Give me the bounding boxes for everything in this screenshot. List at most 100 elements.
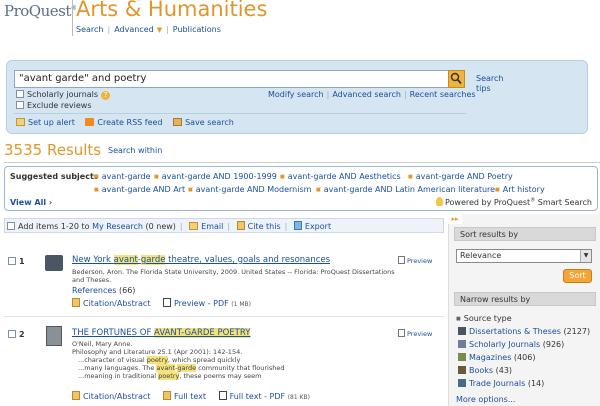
subject-link[interactable]: avant-garde AND 1900-1999 <box>154 172 277 181</box>
result-divider <box>4 316 444 317</box>
result-number: 2 <box>8 330 25 339</box>
panel-divider <box>14 113 466 114</box>
result-links: Citation/Abstract Preview - PDF (1 MB) <box>72 298 251 308</box>
export-icon <box>293 221 302 230</box>
email-button[interactable]: Email <box>189 222 223 231</box>
preview-link[interactable]: Preview <box>398 256 432 265</box>
top-nav: Search | Advanced ▼ | Publications <box>76 25 221 34</box>
source-type-heading[interactable]: Source type <box>456 314 512 323</box>
chevron-down-icon[interactable]: ▼ <box>157 26 162 34</box>
save-search-link[interactable]: Save search <box>173 118 234 127</box>
preview-icon <box>398 329 405 337</box>
result-meta: Bederson, Aron. The Florida State Univer… <box>72 268 395 276</box>
exclude-reviews-option: Exclude reviews <box>16 101 92 110</box>
subject-link[interactable]: avant-garde AND Poetry <box>408 172 513 181</box>
subject-link[interactable]: avant-garde AND Art <box>94 185 185 194</box>
lightbulb-icon <box>436 197 443 206</box>
search-button[interactable] <box>448 70 465 88</box>
select-all-checkbox[interactable] <box>7 222 15 230</box>
search-input[interactable]: "avant garde" and poetry <box>14 70 450 88</box>
subject-link[interactable]: avant-garde AND Latin American literatur… <box>316 185 495 194</box>
exclude-checkbox[interactable] <box>16 101 24 109</box>
citation-abstract-link[interactable]: Citation/Abstract <box>72 391 150 401</box>
collapse-sidebar-icon[interactable]: ▸▸ <box>448 214 462 224</box>
scholarly-checkbox[interactable] <box>16 90 24 98</box>
trade-journal-icon <box>458 379 466 387</box>
header-divider <box>72 0 73 36</box>
source-type-item[interactable]: Books (43) <box>458 366 512 375</box>
document-icon <box>72 298 80 307</box>
narrow-header: Narrow results by <box>454 292 596 306</box>
subject-link[interactable]: Art history <box>495 185 545 194</box>
journal-icon <box>46 326 62 346</box>
sort-select[interactable]: Relevance ▼ <box>456 249 592 263</box>
result-number: 1 <box>8 257 25 266</box>
search-tips-link[interactable]: Search tips <box>476 74 516 94</box>
pdf-icon <box>218 391 227 400</box>
pdf-icon <box>163 298 171 307</box>
nav-search[interactable]: Search <box>76 25 103 34</box>
save-icon <box>173 118 183 126</box>
preview-link[interactable]: Preview <box>398 329 432 338</box>
more-options-link[interactable]: More options... <box>456 395 515 404</box>
mail-icon <box>189 222 199 230</box>
help-icon[interactable]: ? <box>101 91 111 100</box>
references-link[interactable]: References (66) <box>72 286 135 295</box>
source-type-item[interactable]: Dissertations & Theses (2127) <box>458 327 590 336</box>
result-links: Citation/Abstract Full text Full text - … <box>72 391 310 401</box>
preview-icon <box>398 256 405 264</box>
result-title-link[interactable]: New York avant-garde theatre, values, go… <box>72 255 330 265</box>
full-text-link[interactable]: Full text <box>163 391 206 401</box>
full-text-icon <box>163 391 171 400</box>
result-checkbox[interactable] <box>8 330 16 338</box>
result-checkbox[interactable] <box>8 257 16 265</box>
citation-abstract-link[interactable]: Citation/Abstract <box>72 298 150 308</box>
result-meta: Philosophy and Literature 25.1 (Apr 2001… <box>72 348 243 356</box>
result-snippet: ...many languages. The avant-garde commu… <box>78 364 285 372</box>
source-type-item[interactable]: Magazines (406) <box>458 353 535 362</box>
subject-link[interactable]: avant-garde AND Modernism <box>188 185 312 194</box>
subject-link[interactable]: avant-garde <box>94 172 151 181</box>
chevron-down-icon: ▼ <box>580 250 591 262</box>
sort-header: Sort results by <box>454 227 596 241</box>
view-all-link[interactable]: View All › <box>10 198 52 207</box>
nav-publications[interactable]: Publications <box>173 25 221 34</box>
right-sidebar <box>448 214 600 406</box>
proquest-logo[interactable]: ProQuest® <box>4 2 77 20</box>
nav-advanced[interactable]: Advanced <box>114 25 154 34</box>
results-divider <box>4 162 600 163</box>
document-icon <box>72 391 80 400</box>
subject-link[interactable]: avant-garde AND Aesthetics <box>280 172 401 181</box>
app-title: Arts & Humanities <box>76 0 268 21</box>
advanced-search-link[interactable]: Advanced search <box>332 90 401 99</box>
set-up-alert-link[interactable]: Set up alert <box>16 118 75 127</box>
create-rss-link[interactable]: Create RSS feed <box>85 118 163 127</box>
exclude-label: Exclude reviews <box>27 101 92 110</box>
results-count: 3535 Results <box>4 141 102 159</box>
result-meta: and Theses. <box>72 276 112 284</box>
recent-searches-link[interactable]: Recent searches <box>410 90 476 99</box>
dissertation-icon <box>458 327 466 335</box>
full-text-pdf-link[interactable]: Full text - PDF (81 KB) <box>218 391 310 401</box>
suggested-subjects-title: Suggested subjects <box>10 172 99 181</box>
cite-icon <box>236 221 245 230</box>
my-research-link[interactable]: My Research <box>92 222 143 231</box>
modify-search-link[interactable]: Modify search <box>268 90 324 99</box>
powered-by: Powered by ProQuest® Smart Search <box>436 197 592 207</box>
cite-button[interactable]: Cite this <box>236 221 281 231</box>
source-type-item[interactable]: Trade Journals (14) <box>458 379 544 388</box>
result-snippet: ...character of visual poetry, which spr… <box>78 356 241 364</box>
journal-icon <box>458 340 466 348</box>
result-title-link[interactable]: THE FORTUNES OF AVANT-GARDE POETRY <box>72 328 251 338</box>
magazine-icon <box>458 353 466 361</box>
scholarly-label: Scholarly journals <box>27 90 99 99</box>
search-within-link[interactable]: Search within <box>108 146 162 155</box>
result-meta: O'Neil, Mary Anne. <box>72 340 133 348</box>
preview-pdf-link[interactable]: Preview - PDF (1 MB) <box>163 298 251 308</box>
export-button[interactable]: Export <box>293 221 331 231</box>
rss-icon <box>85 118 95 126</box>
book-icon <box>458 366 466 374</box>
search-links: Modify search | Advanced search | Recent sea… <box>268 90 476 99</box>
source-type-item[interactable]: Scholarly Journals (926) <box>458 340 564 349</box>
sort-button[interactable]: Sort <box>563 269 592 283</box>
